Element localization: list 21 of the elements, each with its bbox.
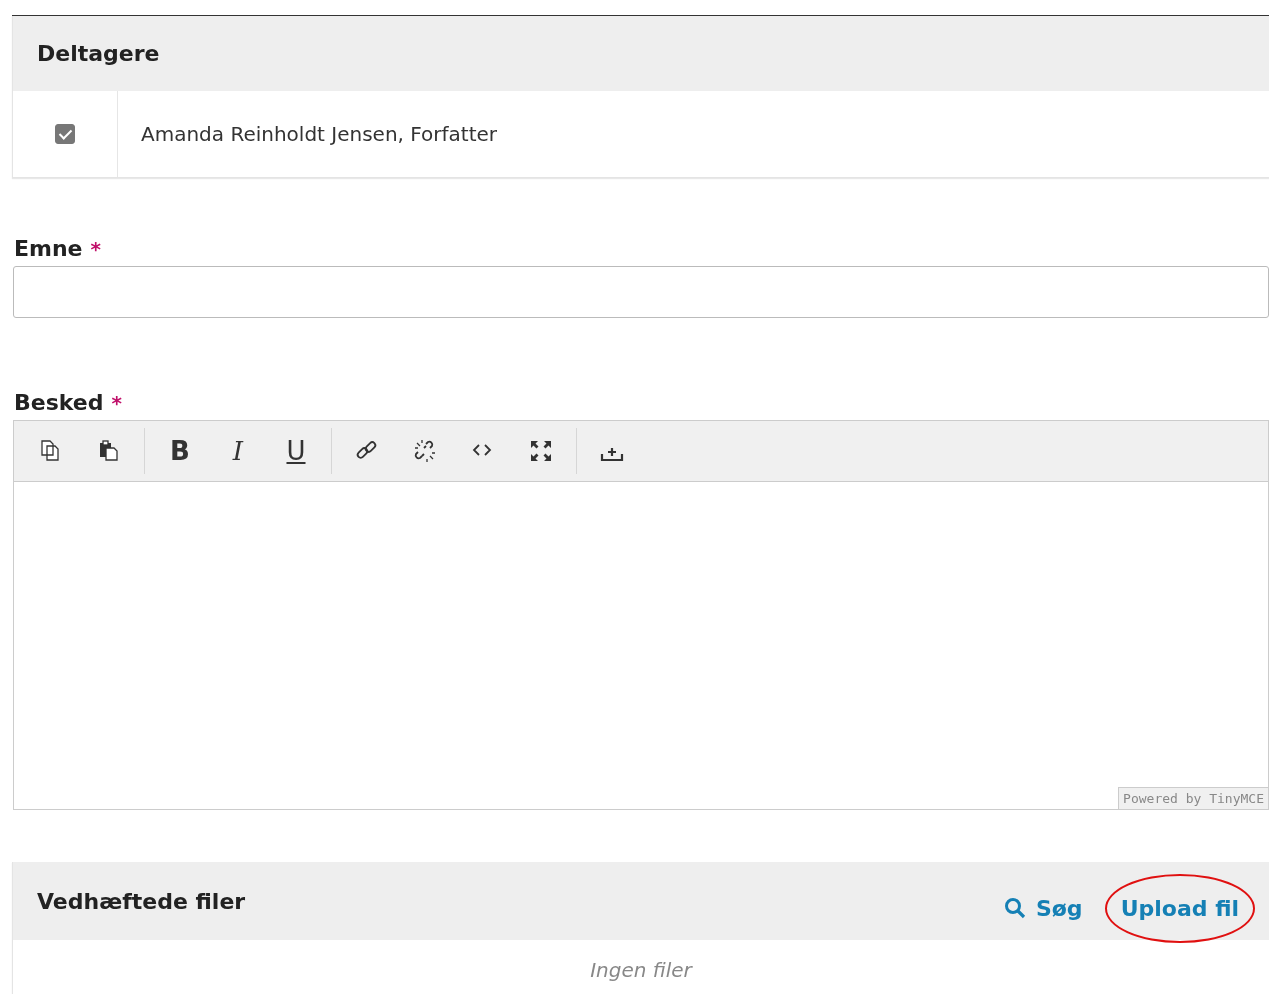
- panel-title: Deltagere: [37, 41, 160, 66]
- field-label: Besked: [14, 390, 104, 415]
- upload-link[interactable]: Upload fil: [1120, 895, 1239, 921]
- search-icon[interactable]: [1003, 897, 1026, 919]
- checkbox[interactable]: [55, 124, 75, 144]
- empty-message: Ingen filer: [590, 958, 692, 984]
- participant-name: Amanda Reinholdt Jensen, Forfatter: [141, 122, 498, 146]
- underline-button[interactable]: U: [269, 431, 323, 471]
- required-mark: *: [90, 237, 101, 261]
- search-link[interactable]: Søg: [1003, 895, 1083, 921]
- editor-branding: Powered by TinyMCE: [1118, 787, 1268, 809]
- required-mark: *: [111, 391, 122, 415]
- rich-text-editor[interactable]: B I U Powered by TinyMCE: [13, 420, 1269, 810]
- bold-button[interactable]: B: [153, 431, 207, 471]
- panel-title: Vedhæftede filer: [37, 888, 246, 914]
- expand-icon[interactable]: [529, 439, 553, 463]
- italic-button[interactable]: I: [211, 431, 265, 471]
- input-field[interactable]: [13, 266, 1269, 318]
- field-label: Emne: [14, 236, 83, 261]
- broken-link-icon[interactable]: [413, 439, 437, 463]
- paste-icon[interactable]: [97, 439, 121, 463]
